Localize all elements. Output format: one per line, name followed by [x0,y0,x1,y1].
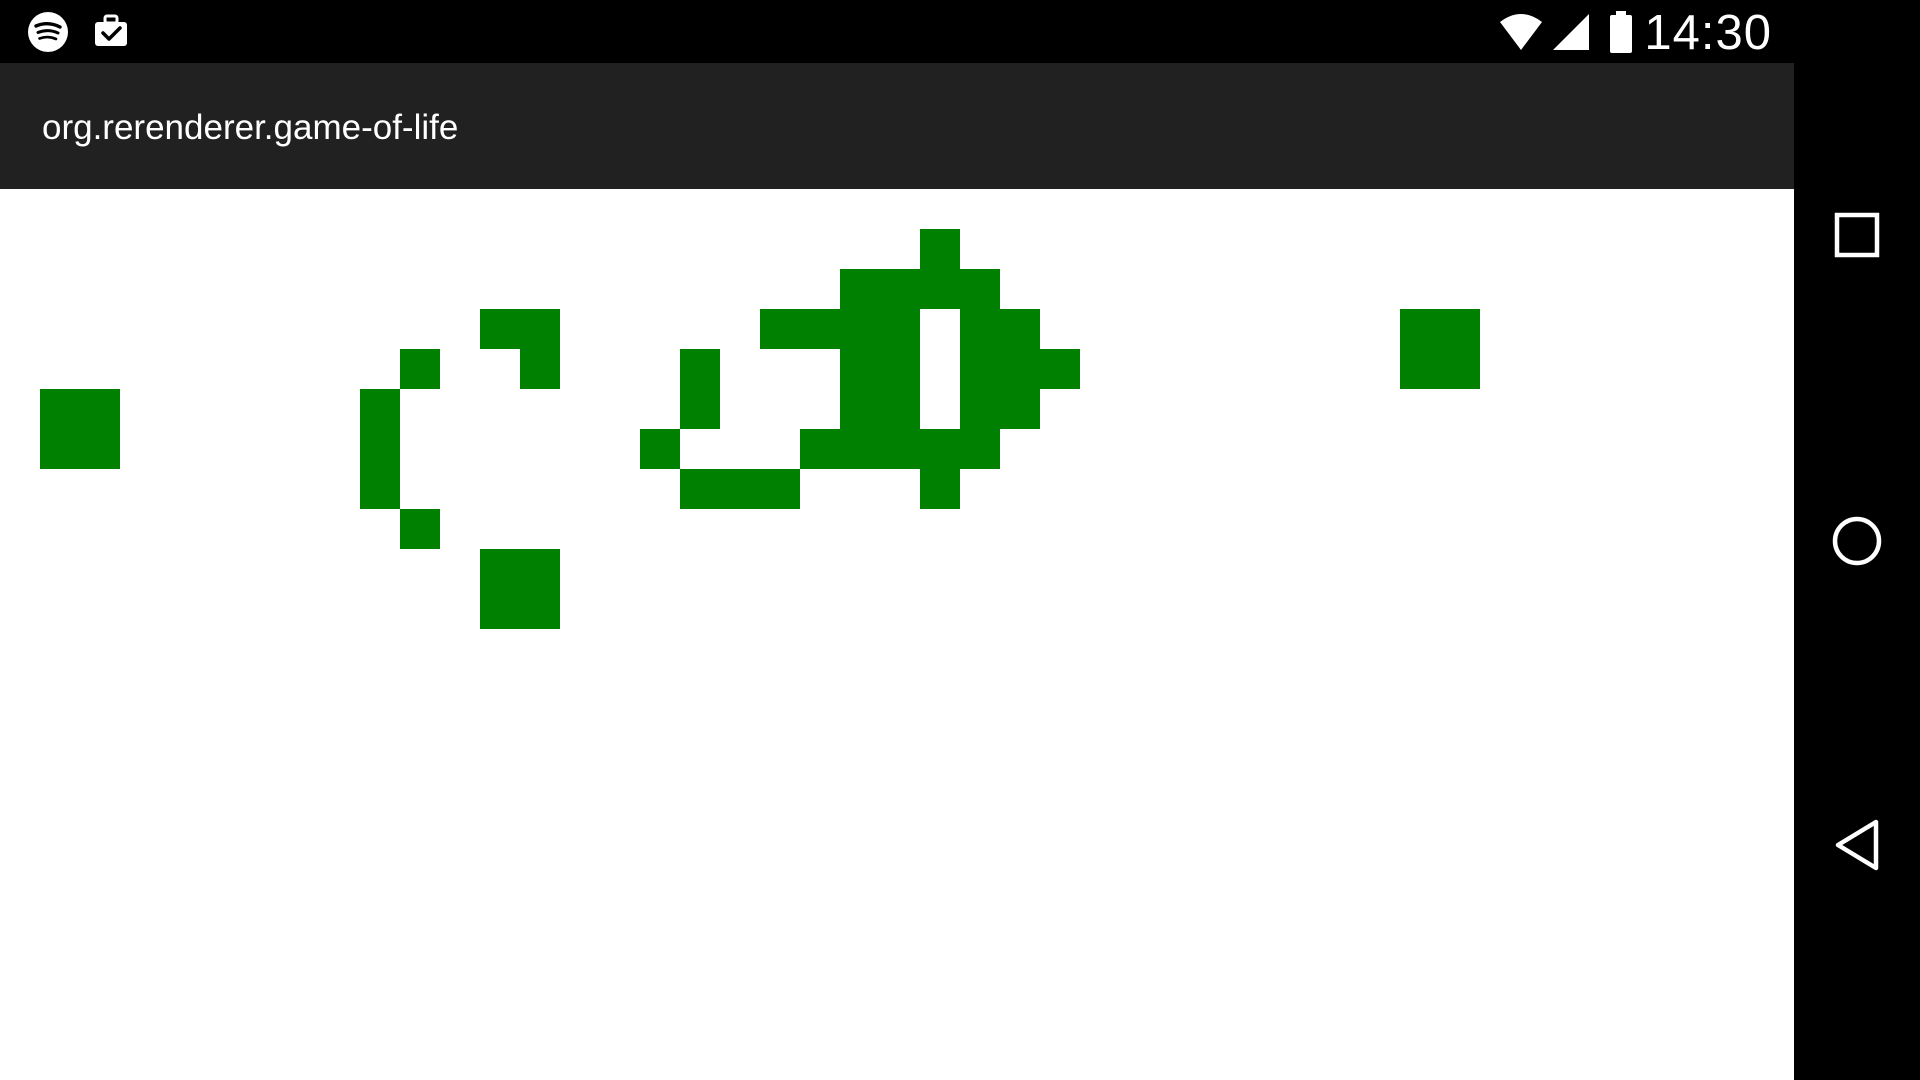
live-cell[interactable] [520,589,560,629]
live-cell[interactable] [1000,389,1040,429]
live-cell[interactable] [840,269,880,309]
live-cell[interactable] [840,429,880,469]
live-cell[interactable] [880,269,920,309]
live-cell[interactable] [1440,309,1480,349]
live-cell[interactable] [400,509,440,549]
live-cell[interactable] [360,429,400,469]
live-cell[interactable] [920,429,960,469]
live-cell[interactable] [40,429,80,469]
live-cell[interactable] [840,389,880,429]
live-cell[interactable] [960,309,1000,349]
live-cell[interactable] [1000,309,1040,349]
live-cell[interactable] [1000,349,1040,389]
app-title: org.rerenderer.game-of-life [42,108,459,147]
live-cell[interactable] [960,429,1000,469]
home-circle-icon [1832,516,1882,566]
live-cell[interactable] [720,469,760,509]
recents-button[interactable] [1794,172,1920,298]
live-cell[interactable] [80,389,120,429]
live-cell[interactable] [520,309,560,349]
live-cell[interactable] [920,469,960,509]
live-cell[interactable] [480,549,520,589]
live-cell[interactable] [1400,309,1440,349]
live-cell[interactable] [960,269,1000,309]
live-cell[interactable] [360,389,400,429]
live-cell[interactable] [680,389,720,429]
live-cell[interactable] [840,309,880,349]
live-cell[interactable] [760,469,800,509]
live-cell[interactable] [520,549,560,589]
live-cell[interactable] [960,349,1000,389]
navigation-bar [1794,0,1920,1080]
live-cell[interactable] [40,389,80,429]
app-bar: org.rerenderer.game-of-life [0,63,1794,189]
briefcase-check-icon [90,0,132,63]
live-cell[interactable] [360,469,400,509]
clock: 14:30 [1644,6,1772,60]
signal-icon [1550,0,1592,63]
live-cell[interactable] [640,429,680,469]
live-cell[interactable] [880,429,920,469]
home-button[interactable] [1794,478,1920,604]
live-cell[interactable] [920,229,960,269]
live-cell[interactable] [1440,349,1480,389]
live-cell[interactable] [520,349,560,389]
live-cell[interactable] [880,349,920,389]
live-cell[interactable] [1040,349,1080,389]
live-cell[interactable] [480,589,520,629]
battery-icon [1606,0,1636,63]
live-cell[interactable] [960,389,1000,429]
live-cell[interactable] [80,429,120,469]
live-cell[interactable] [880,389,920,429]
live-cell[interactable] [800,309,840,349]
back-button[interactable] [1794,782,1920,908]
status-bar: 14:30 [0,0,1794,63]
live-cell[interactable] [920,269,960,309]
spotify-icon [26,0,70,63]
live-cell[interactable] [680,349,720,389]
back-triangle-icon [1835,819,1879,871]
live-cell[interactable] [760,309,800,349]
live-cell[interactable] [880,309,920,349]
live-cell[interactable] [480,309,520,349]
live-cell[interactable] [400,349,440,389]
recents-square-icon [1834,212,1880,258]
live-cell[interactable] [1400,349,1440,389]
live-cell[interactable] [840,349,880,389]
game-board[interactable] [0,189,1794,1080]
live-cell[interactable] [680,469,720,509]
live-cell[interactable] [800,429,840,469]
wifi-icon [1497,0,1545,63]
